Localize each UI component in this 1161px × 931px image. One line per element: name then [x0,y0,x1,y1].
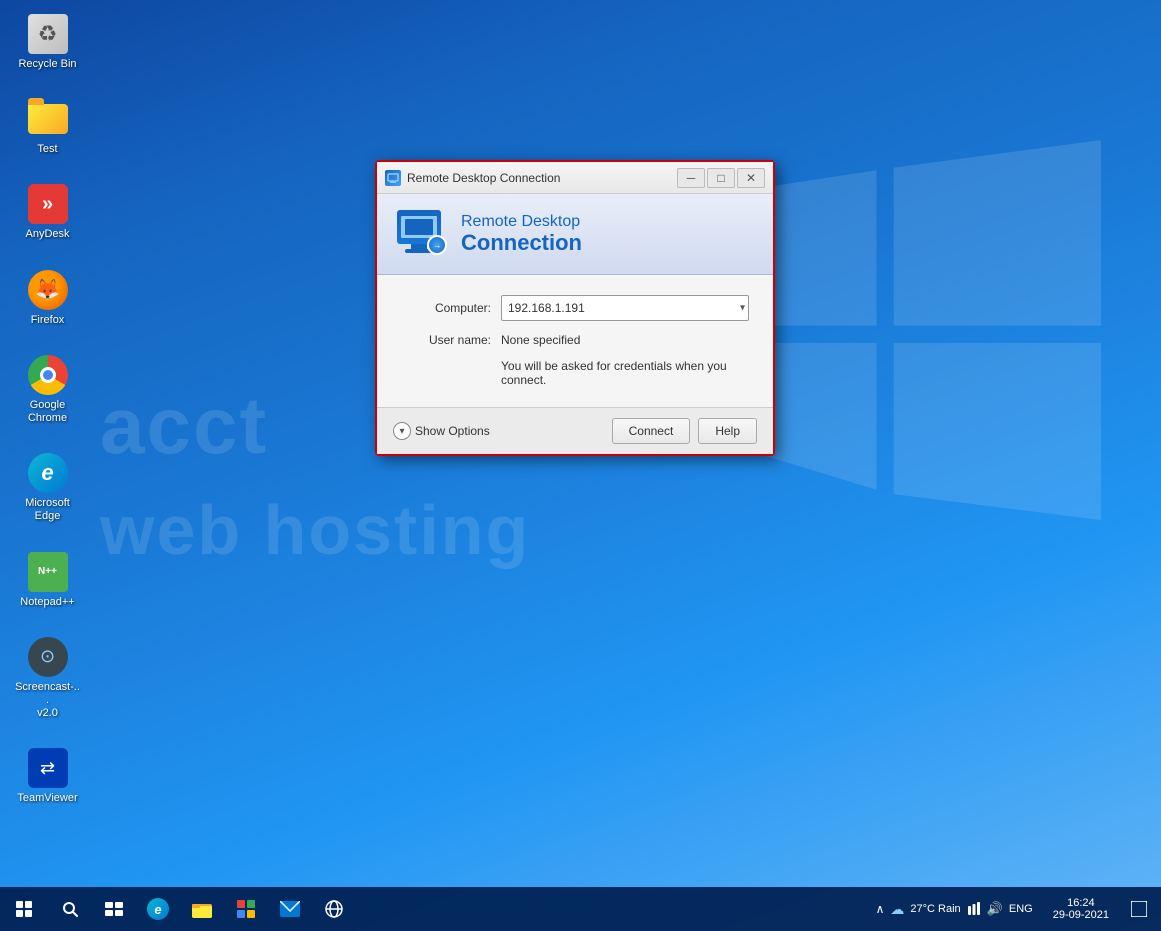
edge-icon[interactable]: e Microsoft Edge [10,449,85,527]
desktop: acct web hosting ♻ Recycle Bin Test [0,0,1161,931]
screencast-icon-img: ⊙ [28,637,68,677]
dialog-footer: ▾ Show Options Connect Help [377,407,773,454]
screencast-icon[interactable]: ⊙ Screencast-...v2.0 [10,633,85,725]
anydesk-label: AnyDesk [25,228,69,241]
test-folder-label: Test [37,143,57,156]
clock-time: 16:24 [1067,897,1095,909]
edge-icon-img: e [28,453,68,493]
help-button[interactable]: Help [698,418,757,444]
username-label: User name: [401,333,491,347]
taskbar-right: ∧ ☁ 27°C Rain 🔊 ENG 16:24 29-09-2021 [868,887,1161,931]
dialog-titlebar: Remote Desktop Connection ─ □ ✕ [377,162,773,194]
tray-expand[interactable]: ∧ [876,902,885,916]
notepadpp-icon[interactable]: N++ Notepad++ [10,548,85,613]
weather-text: 27°C Rain [910,903,960,915]
network-icon[interactable] [967,901,981,918]
computer-field: Computer: ▾ [401,295,749,321]
test-folder-icon[interactable]: Test [10,95,85,160]
credentials-note: You will be asked for credentials when y… [501,359,749,387]
recycle-icon-img: ♻ [28,14,68,54]
taskbar-mail[interactable] [268,887,312,931]
chrome-label: Google Chrome [14,399,81,425]
taskbar-edge[interactable]: e [136,887,180,931]
username-field: User name: None specified [401,333,749,347]
username-value: None specified [501,333,580,347]
computer-label: Computer: [401,301,491,315]
show-options-button[interactable]: ▾ Show Options [393,422,490,440]
computer-input-wrapper: ▾ [501,295,749,321]
teamviewer-icon[interactable]: ⇄ TeamViewer [10,744,85,809]
watermark-line2: web hosting [100,490,530,570]
start-icon [16,901,32,917]
maximize-button[interactable]: □ [707,168,735,188]
dialog-header-icon: → [397,210,445,258]
chrome-icon[interactable]: Google Chrome [10,351,85,429]
footer-buttons: Connect Help [612,418,757,444]
notepadpp-icon-img: N++ [28,552,68,592]
taskbar-task-view[interactable] [92,887,136,931]
start-button[interactable] [0,887,48,931]
firefox-label: Firefox [31,314,65,327]
firefox-icon-img: 🦊 [28,270,68,310]
computer-input[interactable] [501,295,749,321]
dialog-header-line1: Remote Desktop [461,213,582,231]
recycle-bin-icon[interactable]: ♻ Recycle Bin [10,10,85,75]
taskbar-store[interactable] [224,887,268,931]
chrome-icon-img [28,355,68,395]
anydesk-icon[interactable]: » AnyDesk [10,180,85,245]
sys-tray: ∧ ☁ 27°C Rain 🔊 ENG [868,901,1041,918]
clock[interactable]: 16:24 29-09-2021 [1045,887,1117,931]
taskbar-file-explorer[interactable] [180,887,224,931]
watermark-line1: acct [100,380,268,472]
taskbar-search[interactable] [48,887,92,931]
clock-date: 29-09-2021 [1053,909,1109,921]
taskbar: e ∧ ☁ [0,887,1161,931]
taskbar-network[interactable] [312,887,356,931]
teamviewer-label: TeamViewer [17,792,77,805]
show-options-label: Show Options [415,424,490,438]
weather-icon: ☁ [890,901,904,918]
taskbar-left: e [0,887,356,931]
close-button[interactable]: ✕ [737,168,765,188]
windows-logo-watermark [721,140,1101,520]
dialog-header-title: Remote Desktop Connection [461,213,582,255]
screencast-label: Screencast-...v2.0 [14,681,81,721]
dialog-title-icon [385,170,401,186]
show-options-icon: ▾ [393,422,411,440]
dialog-title-text: Remote Desktop Connection [407,171,560,185]
teamviewer-icon-img: ⇄ [28,748,68,788]
dialog-header: → Remote Desktop Connection [377,194,773,275]
dialog-title-left: Remote Desktop Connection [385,170,560,186]
recycle-bin-label: Recycle Bin [18,58,76,71]
sound-icon[interactable]: 🔊 [987,901,1003,917]
edge-label: Microsoft Edge [14,497,81,523]
anydesk-icon-img: » [28,184,68,224]
language-text: ENG [1009,903,1033,915]
dialog-controls: ─ □ ✕ [677,168,765,188]
rdp-dialog: Remote Desktop Connection ─ □ ✕ [375,160,775,456]
firefox-icon[interactable]: 🦊 Firefox [10,266,85,331]
connect-button[interactable]: Connect [612,418,691,444]
notepadpp-label: Notepad++ [20,596,74,609]
minimize-button[interactable]: ─ [677,168,705,188]
notification-button[interactable] [1121,887,1157,931]
dialog-body: Computer: ▾ User name: None specified Yo… [377,275,773,407]
dialog-header-line2: Connection [461,231,582,255]
desktop-icons: ♻ Recycle Bin Test » AnyDesk [10,10,85,809]
